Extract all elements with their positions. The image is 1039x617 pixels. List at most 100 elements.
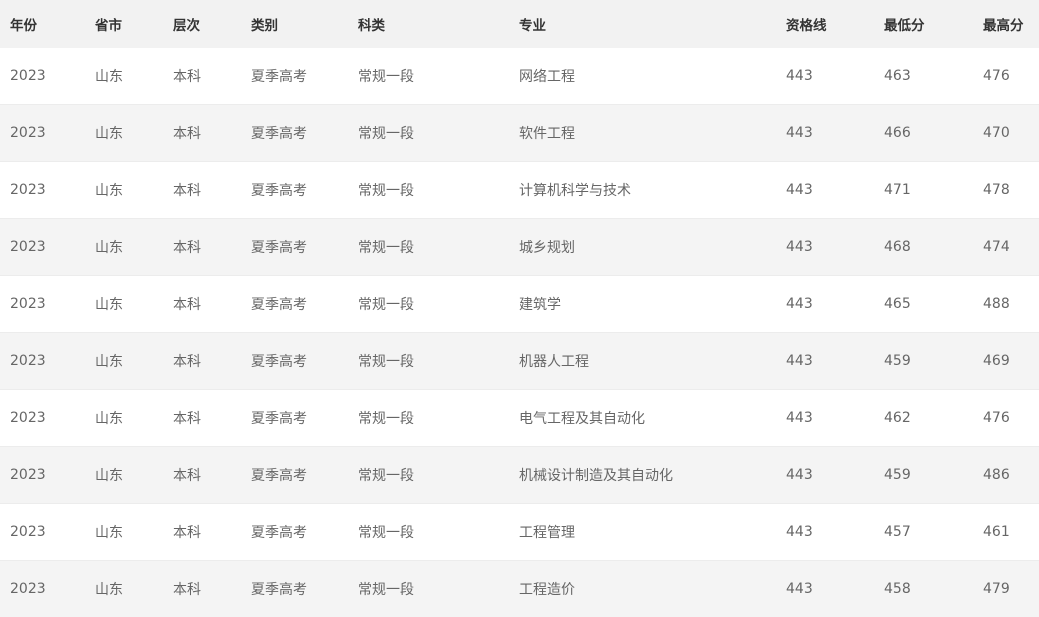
cell-year: 2023 xyxy=(10,410,46,426)
cell-level: 本科 xyxy=(173,582,201,598)
header-min-score: 最低分 xyxy=(884,18,925,34)
cell-category: 夏季高考 xyxy=(251,582,307,598)
cell-year: 2023 xyxy=(10,182,46,198)
cell-max-score: 469 xyxy=(983,353,1010,369)
cell-qualification-line: 443 xyxy=(786,353,813,369)
cell-min-score: 462 xyxy=(884,410,911,426)
table-header-row: 年份 省市 层次 类别 科类 专业 资格线 最低分 最高分 xyxy=(0,0,1039,48)
table-row: 2023 山东 本科 夏季高考 常规一段 工程造价 443 458 479 xyxy=(0,561,1039,617)
cell-province: 山东 xyxy=(95,468,123,484)
cell-province: 山东 xyxy=(95,297,123,313)
cell-province: 山东 xyxy=(95,354,123,370)
cell-province: 山东 xyxy=(95,582,123,598)
cell-qualification-line: 443 xyxy=(786,68,813,84)
header-level: 层次 xyxy=(173,18,200,34)
header-major: 专业 xyxy=(519,18,546,34)
header-qualification-line: 资格线 xyxy=(786,18,827,34)
header-year: 年份 xyxy=(10,18,37,34)
cell-subject-type: 常规一段 xyxy=(358,183,414,199)
cell-min-score: 468 xyxy=(884,239,911,255)
cell-major: 工程造价 xyxy=(519,582,575,598)
table-row: 2023 山东 本科 夏季高考 常规一段 工程管理 443 457 461 xyxy=(0,504,1039,561)
cell-major: 城乡规划 xyxy=(519,240,575,256)
header-category: 类别 xyxy=(251,18,278,34)
cell-major: 机械设计制造及其自动化 xyxy=(519,468,673,484)
cell-max-score: 470 xyxy=(983,125,1010,141)
cell-qualification-line: 443 xyxy=(786,524,813,540)
cell-qualification-line: 443 xyxy=(786,410,813,426)
cell-subject-type: 常规一段 xyxy=(358,525,414,541)
cell-qualification-line: 443 xyxy=(786,182,813,198)
cell-province: 山东 xyxy=(95,183,123,199)
table-row: 2023 山东 本科 夏季高考 常规一段 软件工程 443 466 470 xyxy=(0,105,1039,162)
cell-major: 软件工程 xyxy=(519,126,575,142)
cell-max-score: 476 xyxy=(983,410,1010,426)
cell-level: 本科 xyxy=(173,69,201,85)
cell-category: 夏季高考 xyxy=(251,525,307,541)
cell-min-score: 463 xyxy=(884,68,911,84)
cell-qualification-line: 443 xyxy=(786,581,813,597)
cell-major: 电气工程及其自动化 xyxy=(519,411,645,427)
cell-qualification-line: 443 xyxy=(786,296,813,312)
cell-level: 本科 xyxy=(173,468,201,484)
cell-subject-type: 常规一段 xyxy=(358,468,414,484)
cell-year: 2023 xyxy=(10,581,46,597)
cell-province: 山东 xyxy=(95,240,123,256)
cell-level: 本科 xyxy=(173,525,201,541)
cell-max-score: 479 xyxy=(983,581,1010,597)
table-row: 2023 山东 本科 夏季高考 常规一段 建筑学 443 465 488 xyxy=(0,276,1039,333)
cell-subject-type: 常规一段 xyxy=(358,240,414,256)
cell-year: 2023 xyxy=(10,125,46,141)
cell-max-score: 474 xyxy=(983,239,1010,255)
cell-max-score: 486 xyxy=(983,467,1010,483)
cell-level: 本科 xyxy=(173,354,201,370)
cell-category: 夏季高考 xyxy=(251,69,307,85)
cell-category: 夏季高考 xyxy=(251,126,307,142)
cell-subject-type: 常规一段 xyxy=(358,411,414,427)
table-row: 2023 山东 本科 夏季高考 常规一段 网络工程 443 463 476 xyxy=(0,48,1039,105)
cell-category: 夏季高考 xyxy=(251,297,307,313)
cell-min-score: 459 xyxy=(884,467,911,483)
cell-major: 建筑学 xyxy=(519,297,561,313)
cell-max-score: 478 xyxy=(983,182,1010,198)
cell-year: 2023 xyxy=(10,467,46,483)
cell-category: 夏季高考 xyxy=(251,411,307,427)
header-max-score: 最高分 xyxy=(983,18,1024,34)
cell-province: 山东 xyxy=(95,126,123,142)
header-province: 省市 xyxy=(95,18,122,34)
cell-year: 2023 xyxy=(10,353,46,369)
cell-qualification-line: 443 xyxy=(786,467,813,483)
cell-min-score: 471 xyxy=(884,182,911,198)
cell-subject-type: 常规一段 xyxy=(358,126,414,142)
cell-qualification-line: 443 xyxy=(786,239,813,255)
table-row: 2023 山东 本科 夏季高考 常规一段 计算机科学与技术 443 471 47… xyxy=(0,162,1039,219)
cell-year: 2023 xyxy=(10,68,46,84)
cell-subject-type: 常规一段 xyxy=(358,354,414,370)
cell-major: 网络工程 xyxy=(519,69,575,85)
cell-year: 2023 xyxy=(10,524,46,540)
table-row: 2023 山东 本科 夏季高考 常规一段 机器人工程 443 459 469 xyxy=(0,333,1039,390)
cell-level: 本科 xyxy=(173,411,201,427)
cell-category: 夏季高考 xyxy=(251,354,307,370)
cell-category: 夏季高考 xyxy=(251,240,307,256)
cell-qualification-line: 443 xyxy=(786,125,813,141)
cell-subject-type: 常规一段 xyxy=(358,582,414,598)
cell-subject-type: 常规一段 xyxy=(358,69,414,85)
cell-year: 2023 xyxy=(10,296,46,312)
cell-level: 本科 xyxy=(173,126,201,142)
cell-subject-type: 常规一段 xyxy=(358,297,414,313)
table-row: 2023 山东 本科 夏季高考 常规一段 电气工程及其自动化 443 462 4… xyxy=(0,390,1039,447)
cell-min-score: 466 xyxy=(884,125,911,141)
cell-major: 计算机科学与技术 xyxy=(519,183,631,199)
cell-category: 夏季高考 xyxy=(251,468,307,484)
cell-level: 本科 xyxy=(173,297,201,313)
header-subject-type: 科类 xyxy=(358,18,385,34)
cell-max-score: 476 xyxy=(983,68,1010,84)
cell-min-score: 459 xyxy=(884,353,911,369)
cell-major: 工程管理 xyxy=(519,525,575,541)
cell-min-score: 457 xyxy=(884,524,911,540)
cell-level: 本科 xyxy=(173,183,201,199)
admission-scores-table: 年份 省市 层次 类别 科类 专业 资格线 最低分 最高分 2023 山东 本科… xyxy=(0,0,1039,617)
cell-min-score: 465 xyxy=(884,296,911,312)
cell-year: 2023 xyxy=(10,239,46,255)
